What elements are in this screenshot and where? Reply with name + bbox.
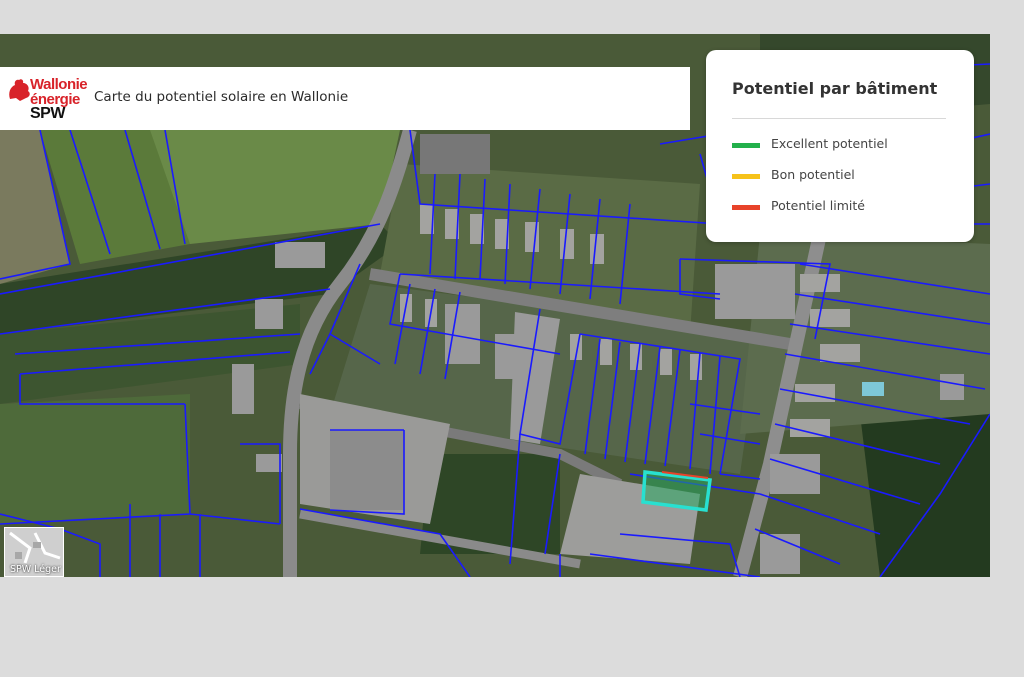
meadow [0, 394, 190, 524]
legend-divider [732, 118, 946, 119]
legend-label: Bon potentiel [771, 167, 855, 182]
page-title: Carte du potentiel solaire en Wallonie [94, 89, 349, 105]
wallonie-energie-logo[interactable]: Wallonie énergie SPW [6, 75, 88, 123]
legend-swatch-yellow [732, 174, 760, 179]
legend-swatch-red [732, 205, 760, 210]
logo-text-wallonie: Wallonie [30, 76, 88, 93]
layer-switcher-label: SPW Léger [10, 564, 61, 575]
logo-text-spw: SPW [30, 105, 65, 122]
legend-title: Potentiel par bâtiment [732, 79, 938, 98]
app-header: Wallonie énergie SPW Carte du potentiel … [0, 67, 690, 130]
legend-swatch-green [732, 143, 760, 148]
legend-label: Excellent potentiel [771, 136, 888, 151]
legend-label: Potentiel limité [771, 198, 865, 213]
rooster-icon [9, 79, 30, 101]
basemap-layer-switcher[interactable]: SPW Léger [4, 527, 64, 577]
swimming-pool [862, 382, 884, 396]
legend-panel: Potentiel par bâtiment Excellent potenti… [706, 50, 974, 242]
